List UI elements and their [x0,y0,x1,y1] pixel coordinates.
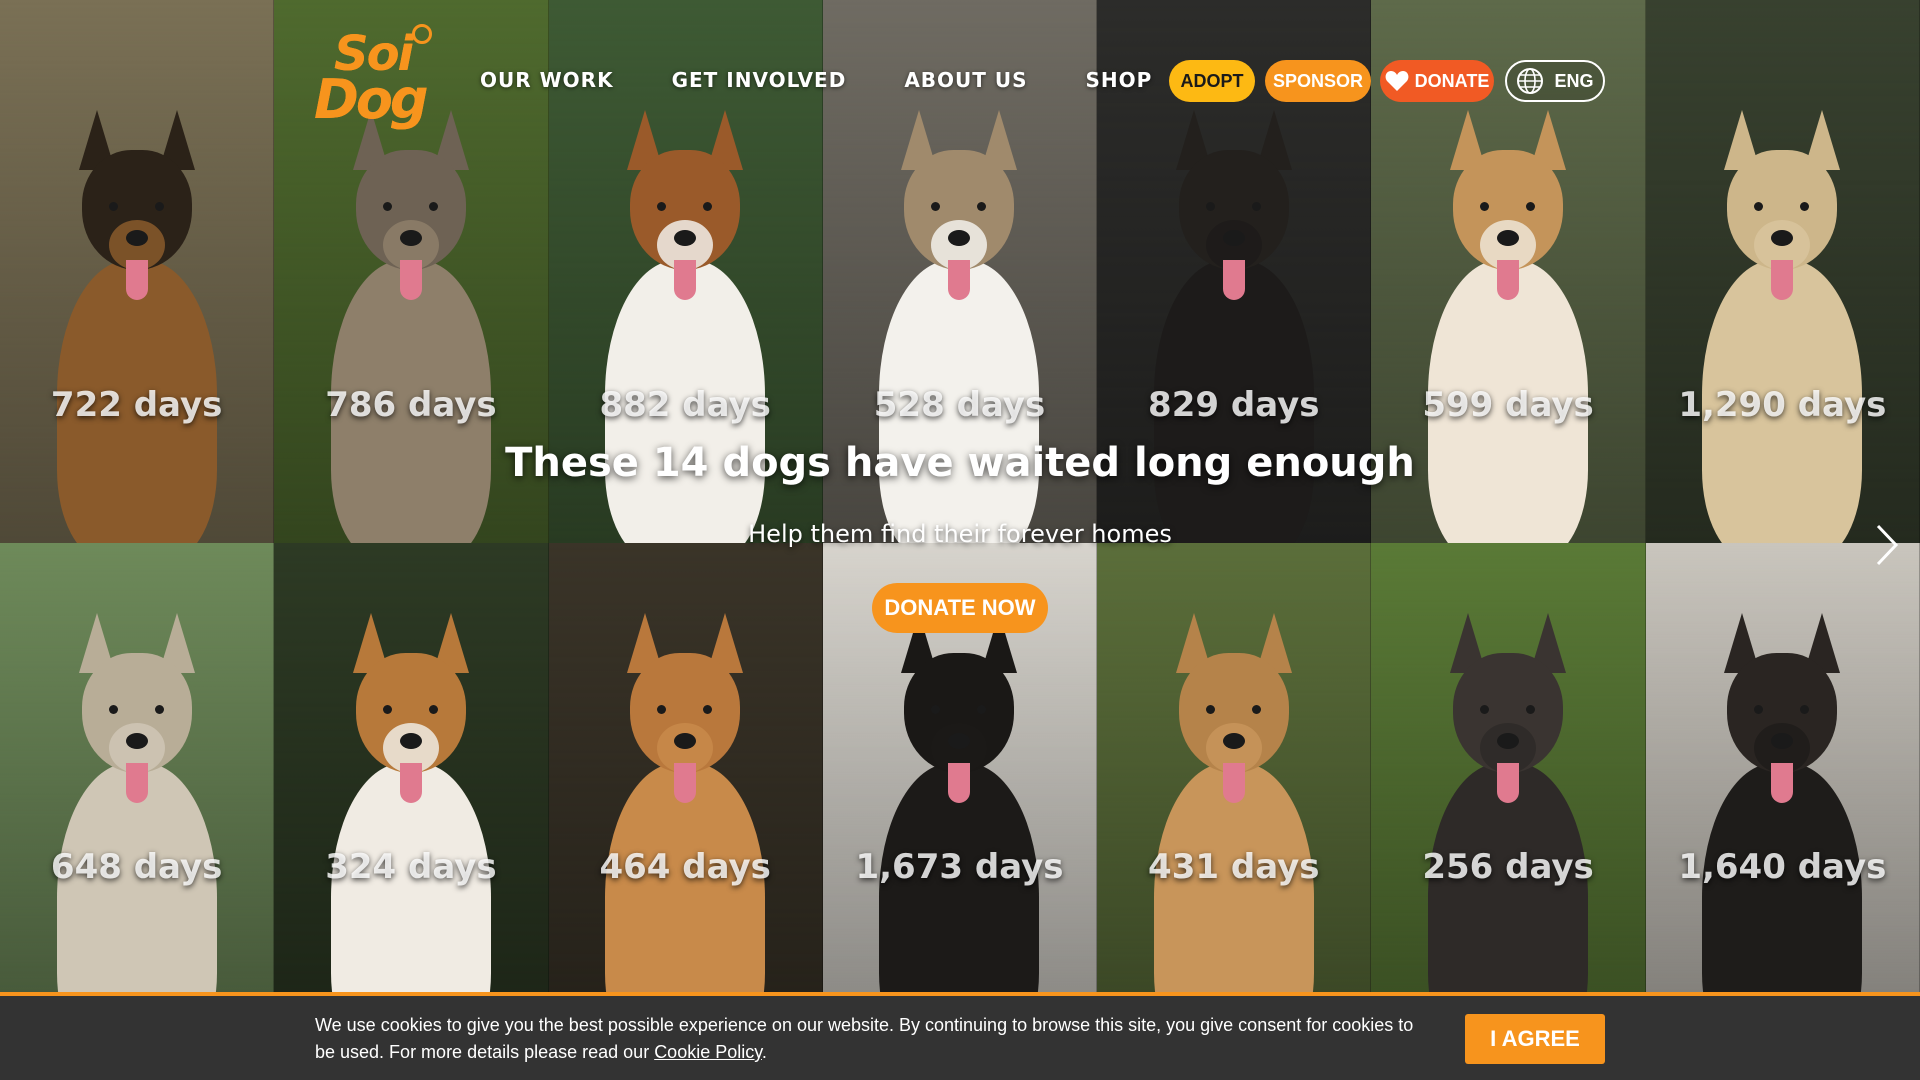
language-label: ENG [1554,70,1594,91]
site-header: Soi Dog OUR WORK GET INVOLVED ABOUT US S… [0,0,1920,160]
dog-tile[interactable]: 256 days [1371,543,1646,1000]
days-waiting-label: 722 days [50,385,223,425]
days-waiting-label: 431 days [1148,847,1320,887]
days-waiting-label: 882 days [599,385,771,425]
cookie-policy-link[interactable]: Cookie Policy [654,1042,762,1062]
next-slide-arrow[interactable] [1872,520,1902,570]
hero-subtitle: Help them find their forever homes [748,520,1172,548]
dog-photo [27,613,247,1000]
cookie-message: We use cookies to give you the best poss… [315,1012,1435,1066]
days-waiting-label: 528 days [873,385,1046,425]
days-waiting-label: 829 days [1148,385,1320,425]
days-waiting-label: 786 days [325,385,497,425]
nav-our-work[interactable]: OUR WORK [480,68,614,92]
days-waiting-label: 324 days [325,847,497,887]
dog-tile[interactable]: 431 days [1097,543,1372,1000]
adopt-button[interactable]: ADOPT [1169,60,1255,102]
logo-text-line2: Dog [314,68,429,131]
nav-get-involved[interactable]: GET INVOLVED [672,68,847,92]
days-waiting-label: 256 days [1422,847,1594,887]
globe-icon [1517,68,1544,94]
dog-photo [1124,613,1344,1000]
cookie-text: We use cookies to give you the best poss… [315,1015,1414,1062]
dog-tile[interactable]: 464 days [548,543,823,1000]
days-waiting-label: 1,640 days [1678,847,1887,887]
agree-button[interactable]: I AGREE [1465,1014,1605,1064]
dog-photo [575,613,795,1000]
sponsor-button[interactable]: SPONSOR [1265,60,1371,102]
days-waiting-label: 1,290 days [1678,385,1887,425]
donate-label: DONATE [1414,70,1490,91]
soi-dog-logo[interactable]: Soi Dog [312,24,436,134]
sponsor-label: SPONSOR [1272,70,1364,91]
days-waiting-label: 599 days [1422,385,1594,425]
donate-now-button[interactable]: DONATE NOW [872,583,1048,633]
paw-icon [412,24,432,44]
adopt-label: ADOPT [1180,70,1244,91]
dog-photo [849,613,1069,1000]
dog-tile[interactable]: 1,640 days [1645,543,1920,1000]
days-waiting-label: 648 days [50,847,223,887]
dog-photo [1398,613,1618,1000]
donate-button[interactable]: DONATE [1380,60,1494,102]
cookie-banner: We use cookies to give you the best poss… [0,992,1920,1080]
nav-about-us[interactable]: ABOUT US [904,68,1027,92]
dog-photo [1672,613,1892,1000]
days-waiting-label: 1,673 days [855,847,1064,887]
main-nav: OUR WORK GET INVOLVED ABOUT US SHOP [480,68,1152,92]
language-selector[interactable]: ENG [1505,60,1605,102]
dog-photo [301,613,521,1000]
hero-title: These 14 dogs have waited long enough [505,440,1415,486]
heart-icon [1385,71,1409,91]
cookie-text-end: . [761,1042,767,1062]
dog-tile[interactable]: 648 days [0,543,275,1000]
donate-now-label: DONATE NOW [884,595,1036,620]
dog-tile[interactable]: 324 days [274,543,549,1000]
agree-label: I AGREE [1490,1026,1580,1051]
days-waiting-label: 464 days [599,847,771,887]
nav-shop[interactable]: SHOP [1086,68,1153,92]
chevron-right-icon [1876,524,1899,566]
